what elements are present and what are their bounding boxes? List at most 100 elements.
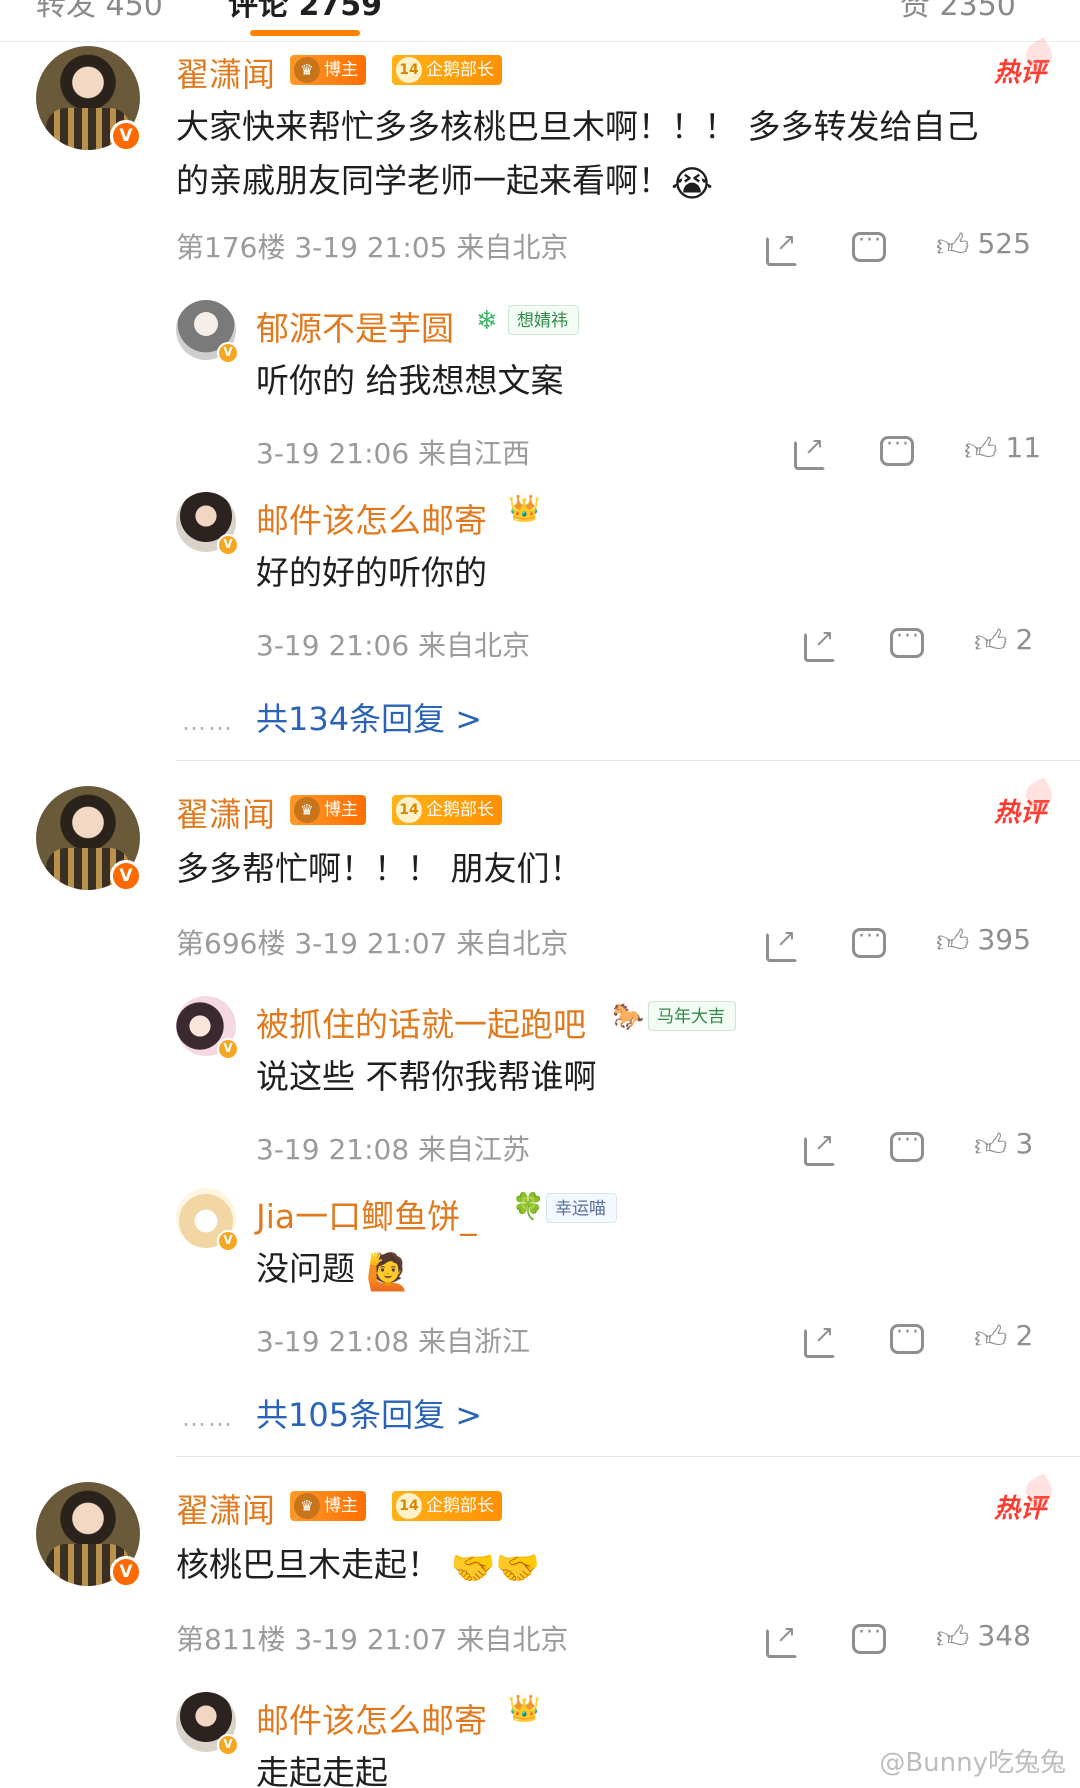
comment-username[interactable]: 翟潇闻 bbox=[176, 48, 275, 96]
like-icon: 👍︎ bbox=[936, 922, 970, 960]
like-button[interactable]: 👍︎ 2 bbox=[974, 1318, 1033, 1356]
tab-active-indicator bbox=[250, 30, 360, 36]
comment-icon bbox=[880, 427, 914, 466]
comment-username[interactable]: 翟潇闻 bbox=[176, 788, 275, 836]
divider bbox=[176, 1456, 1080, 1457]
tab-likes[interactable]: 赞 2350 bbox=[900, 0, 1016, 24]
verified-icon: V bbox=[217, 1038, 239, 1060]
verified-icon: V bbox=[217, 1230, 239, 1252]
comment-button[interactable] bbox=[890, 1315, 924, 1356]
reply-text: 走起走起 bbox=[256, 1753, 388, 1788]
raising-hand-emoji: 🙋 bbox=[365, 1252, 411, 1293]
penguin-badge-icon: 14 bbox=[396, 1493, 422, 1519]
hot-comment-tag: 热评 bbox=[994, 52, 1046, 89]
reply-meta: 3-19 21:06 来自江西 bbox=[256, 437, 531, 470]
share-icon bbox=[804, 620, 836, 662]
reply-text: 没问题 🙋 bbox=[256, 1242, 410, 1300]
like-button[interactable]: 👍︎ 525 bbox=[936, 226, 1031, 264]
share-icon bbox=[766, 920, 798, 962]
reply-text: 好的好的听你的 bbox=[256, 553, 487, 592]
comment-text: 核桃巴旦木走起！ 🤝🤝 bbox=[176, 1538, 540, 1596]
penguin-badge-icon: 14 bbox=[396, 797, 422, 823]
more-replies-link[interactable]: …… 共134条回复 > bbox=[182, 694, 482, 740]
reply-username[interactable]: 邮件该怎么邮寄 bbox=[256, 494, 487, 542]
reply-meta: 3-19 21:08 来自浙江 bbox=[256, 1325, 531, 1358]
reply-text: 说这些 不帮你我帮谁啊 bbox=[256, 1057, 597, 1096]
verified-icon: V bbox=[110, 860, 142, 892]
like-button[interactable]: 👍︎ 3 bbox=[974, 1126, 1033, 1164]
comment-button[interactable] bbox=[852, 1615, 886, 1656]
share-icon bbox=[804, 1124, 836, 1166]
like-button[interactable]: 👍︎ 348 bbox=[936, 1618, 1031, 1656]
fan-badge[interactable]: 想婧祎 bbox=[508, 305, 579, 335]
crown-icon: ♛ bbox=[294, 1493, 320, 1519]
reply-meta: 3-19 21:08 来自江苏 bbox=[256, 1133, 531, 1166]
horse-icon: 🐎 bbox=[612, 1002, 645, 1032]
reply-username[interactable]: Jia一口鲫鱼饼_ bbox=[256, 1190, 477, 1238]
comment-icon bbox=[890, 619, 924, 658]
reply-username[interactable]: 被抓住的话就一起跑吧 bbox=[256, 998, 586, 1046]
like-icon: 👍︎ bbox=[974, 1126, 1008, 1164]
like-button[interactable]: 👍︎ 395 bbox=[936, 922, 1031, 960]
like-icon: 👍︎ bbox=[974, 1318, 1008, 1356]
like-button[interactable]: 👍︎ 2 bbox=[974, 622, 1033, 660]
fan-badge[interactable]: 马年大吉 bbox=[648, 1001, 736, 1031]
comment-username[interactable]: 翟潇闻 bbox=[176, 1484, 275, 1532]
penguin-badge[interactable]: 14 企鹅部长 bbox=[392, 1491, 502, 1521]
blogger-badge[interactable]: ♛ 博主 bbox=[290, 1491, 366, 1521]
share-icon bbox=[766, 1616, 798, 1658]
crown-icon: 👑 bbox=[508, 1694, 541, 1724]
comment-icon bbox=[852, 223, 886, 262]
comment-icon bbox=[890, 1315, 924, 1354]
blogger-badge[interactable]: ♛ 博主 bbox=[290, 795, 366, 825]
comment-text-cont: 的亲戚朋友同学老师一起来看啊！😭 bbox=[176, 154, 713, 212]
share-button[interactable] bbox=[804, 1124, 836, 1166]
handshake-emoji: 🤝🤝 bbox=[450, 1548, 541, 1589]
share-button[interactable] bbox=[794, 428, 826, 470]
like-button[interactable]: 👍︎ 11 bbox=[964, 430, 1041, 467]
comment-button[interactable] bbox=[852, 223, 886, 264]
comment-icon bbox=[890, 1123, 924, 1162]
comment-meta: 第176楼 3-19 21:05 来自北京 bbox=[176, 231, 569, 264]
share-button[interactable] bbox=[766, 1616, 798, 1658]
clover-icon: 🍀 bbox=[512, 1192, 545, 1222]
tab-reposts[interactable]: 转发 450 bbox=[36, 0, 163, 24]
share-button[interactable] bbox=[766, 920, 798, 962]
verified-icon: V bbox=[110, 1556, 142, 1588]
comment-meta: 第811楼 3-19 21:07 来自北京 bbox=[176, 1623, 569, 1656]
snowflake-icon: ❄ bbox=[476, 306, 498, 336]
reply-text: 听你的 给我想想文案 bbox=[256, 361, 564, 400]
reply-username[interactable]: 邮件该怎么邮寄 bbox=[256, 1694, 487, 1742]
comment-meta: 第696楼 3-19 21:07 来自北京 bbox=[176, 927, 569, 960]
tab-bar: 转发 450 评论 2759 赞 2350 bbox=[0, 0, 1080, 42]
share-icon bbox=[794, 428, 826, 470]
hot-comment-tag: 热评 bbox=[994, 1488, 1046, 1525]
verified-icon: V bbox=[110, 120, 142, 152]
like-icon: 👍︎ bbox=[974, 622, 1008, 660]
penguin-badge-icon: 14 bbox=[396, 57, 422, 83]
blogger-badge[interactable]: ♛ 博主 bbox=[290, 55, 366, 85]
penguin-badge[interactable]: 14 企鹅部长 bbox=[392, 55, 502, 85]
crying-emoji: 😭 bbox=[671, 164, 714, 205]
comment-button[interactable] bbox=[880, 427, 914, 468]
share-button[interactable] bbox=[804, 1316, 836, 1358]
share-button[interactable] bbox=[766, 224, 798, 266]
crown-icon: 👑 bbox=[508, 494, 541, 524]
penguin-badge[interactable]: 14 企鹅部长 bbox=[392, 795, 502, 825]
hot-comment-tag: 热评 bbox=[994, 792, 1046, 829]
fan-badge[interactable]: 幸运喵 bbox=[546, 1193, 617, 1223]
reply-username[interactable]: 郁源不是芋圆 bbox=[256, 302, 454, 350]
comment-button[interactable] bbox=[890, 1123, 924, 1164]
crown-icon: ♛ bbox=[294, 57, 320, 83]
comment-button[interactable] bbox=[890, 619, 924, 660]
tab-comments[interactable]: 评论 2759 bbox=[228, 0, 382, 24]
verified-icon: V bbox=[217, 534, 239, 556]
more-replies-link[interactable]: …… 共105条回复 > bbox=[182, 1390, 482, 1436]
reply-meta: 3-19 21:06 来自北京 bbox=[256, 629, 531, 662]
share-button[interactable] bbox=[804, 620, 836, 662]
verified-icon: V bbox=[217, 342, 239, 364]
comment-button[interactable] bbox=[852, 919, 886, 960]
like-icon: 👍︎ bbox=[936, 226, 970, 264]
like-icon: 👍︎ bbox=[936, 1618, 970, 1656]
comment-icon bbox=[852, 919, 886, 958]
